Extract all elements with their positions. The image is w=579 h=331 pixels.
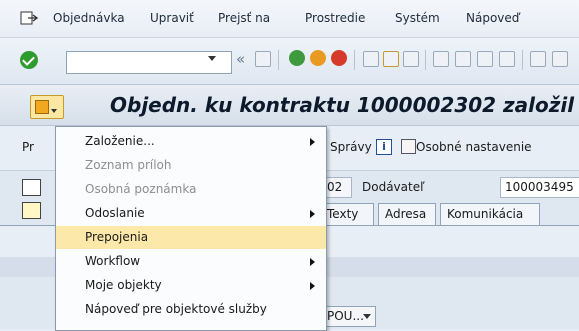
- menu-napoved[interactable]: Nápoveď: [466, 11, 519, 25]
- menu-item-odoslanie[interactable]: Odoslanie: [56, 202, 326, 225]
- chevron-down-icon: [363, 314, 371, 319]
- tab-komunikacia[interactable]: Komunikácia: [440, 203, 540, 225]
- menu-item-label: Workflow: [85, 254, 141, 268]
- toolbar-separator: [522, 50, 523, 70]
- find-next-icon[interactable]: [403, 51, 419, 67]
- exit-icon[interactable]: [20, 10, 38, 26]
- chevron-down-icon: [51, 109, 57, 113]
- pr-button-label[interactable]: Pr: [22, 140, 34, 154]
- personal-settings-icon[interactable]: [401, 139, 416, 154]
- menu-item-osobna-poznamka: Osobná poznámka: [56, 178, 326, 201]
- standard-toolbar: «: [0, 38, 579, 85]
- command-field[interactable]: [66, 51, 232, 74]
- services-for-object-button[interactable]: [30, 95, 64, 119]
- pou-dropdown[interactable]: POU...: [320, 306, 376, 327]
- collapse-arrow-icon[interactable]: «: [236, 50, 245, 68]
- print-icon[interactable]: [363, 51, 379, 67]
- personal-settings-button[interactable]: Osobné nastavenie: [416, 140, 532, 154]
- next-page-icon[interactable]: [477, 51, 493, 67]
- menu-item-label: Odoslanie: [85, 206, 145, 220]
- cancel-icon[interactable]: [331, 50, 347, 66]
- previous-page-icon[interactable]: [455, 51, 471, 67]
- toolbar-separator: [425, 50, 426, 70]
- title-bar: Objedn. ku kontraktu 1000002302 založil: [0, 85, 579, 126]
- menu-item-label: Osobná poznámka: [85, 182, 197, 196]
- services-context-menu: Založenie... Zoznam príloh Osobná poznám…: [55, 126, 327, 331]
- first-page-icon[interactable]: [433, 51, 449, 67]
- menu-item-label: Moje objekty: [85, 278, 162, 292]
- menu-upravit[interactable]: Upraviť: [150, 11, 194, 25]
- submenu-arrow-icon: [310, 210, 315, 218]
- last-page-icon[interactable]: [499, 51, 515, 67]
- tab-texty[interactable]: Texty: [320, 203, 374, 225]
- tab-adresa[interactable]: Adresa: [378, 203, 436, 225]
- menu-item-moje-objekty[interactable]: Moje objekty: [56, 274, 326, 297]
- toolbar-separator: [278, 50, 279, 70]
- menu-item-label: Zoznam príloh: [85, 158, 172, 172]
- submenu-arrow-icon: [310, 258, 315, 266]
- menu-item-label: Nápoveď pre objektové služby: [85, 302, 267, 316]
- page-title: Objedn. ku kontraktu 1000002302 založil: [110, 93, 575, 117]
- menu-prostredie[interactable]: Prostredie: [305, 11, 365, 25]
- document-number-field[interactable]: 02: [323, 177, 352, 198]
- menu-item-napoved-objektove-sluzby[interactable]: Nápoveď pre objektové služby: [56, 298, 326, 321]
- menu-item-label: Založenie...: [85, 134, 155, 148]
- vendor-field[interactable]: 100003495: [500, 177, 579, 198]
- menu-item-zoznam-priloh: Zoznam príloh: [56, 154, 326, 177]
- menu-item-label: Prepojenia: [85, 230, 149, 244]
- spravy-button[interactable]: Správy: [330, 140, 372, 154]
- new-session-icon[interactable]: [530, 51, 546, 67]
- exit-transaction-icon[interactable]: [310, 50, 326, 66]
- back-icon[interactable]: [289, 50, 305, 66]
- header-tabs: Texty Adresa Komunikácia: [320, 203, 579, 225]
- save-icon[interactable]: [255, 51, 271, 67]
- command-field-dropdown-icon[interactable]: [208, 56, 216, 61]
- enter-check-icon[interactable]: [20, 51, 38, 69]
- menu-bar: Objednávka Upraviť Prejsť na Prostredie …: [0, 0, 579, 38]
- submenu-arrow-icon: [310, 282, 315, 290]
- shortcut-icon[interactable]: [552, 51, 568, 67]
- document-type-icon[interactable]: [22, 179, 41, 196]
- menu-prejst-na[interactable]: Prejsť na: [218, 11, 270, 25]
- document-overview-icon[interactable]: [22, 202, 41, 219]
- submenu-arrow-icon: [310, 138, 315, 146]
- pou-label: POU...: [327, 309, 364, 323]
- services-icon: [35, 100, 49, 114]
- menu-item-prepojenia[interactable]: Prepojenia: [56, 226, 326, 249]
- menu-objednavka[interactable]: Objednávka: [53, 11, 125, 25]
- menu-item-workflow[interactable]: Workflow: [56, 250, 326, 273]
- menu-system[interactable]: Systém: [395, 11, 440, 25]
- find-icon[interactable]: [383, 51, 399, 67]
- vendor-label: Dodávateľ: [362, 180, 425, 194]
- info-icon[interactable]: i: [376, 139, 392, 155]
- menu-item-zalozenie[interactable]: Založenie...: [56, 130, 326, 153]
- toolbar-separator: [354, 50, 355, 70]
